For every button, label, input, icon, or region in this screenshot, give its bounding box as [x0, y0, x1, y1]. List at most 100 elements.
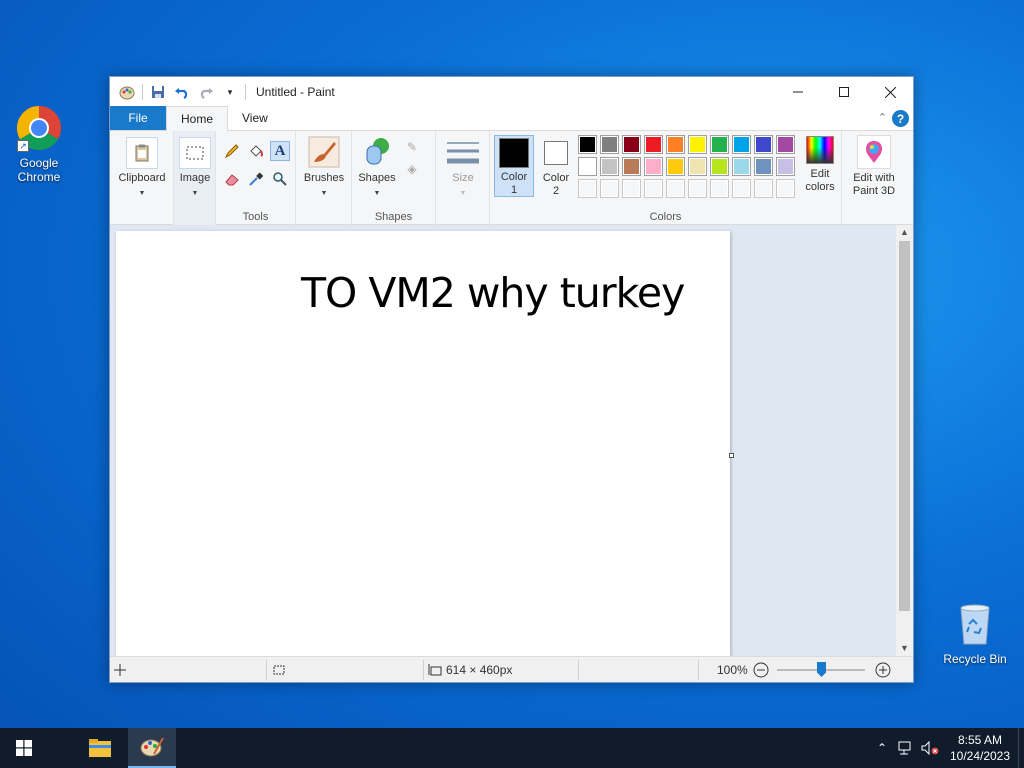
scroll-up-icon[interactable]: ▲	[896, 227, 913, 241]
zoom-in-icon[interactable]	[875, 657, 891, 683]
shapes-button[interactable]: Shapes ▼	[356, 135, 398, 200]
close-button[interactable]	[867, 77, 913, 107]
palette-swatch[interactable]	[600, 157, 619, 176]
edit-colors-button[interactable]: Edit colors	[800, 135, 840, 194]
redo-icon[interactable]	[197, 83, 215, 101]
palette-swatch[interactable]	[732, 135, 751, 154]
shapes-label: Shapes	[358, 172, 396, 184]
palette-swatch[interactable]	[754, 179, 773, 198]
palette-swatch-fill	[602, 137, 617, 152]
palette-swatch-fill	[624, 137, 639, 152]
brushes-button[interactable]: Brushes ▼	[300, 135, 348, 200]
palette-swatch[interactable]	[710, 157, 729, 176]
color2-button[interactable]: Color 2	[538, 135, 574, 197]
palette-swatch[interactable]	[776, 179, 795, 198]
network-icon[interactable]	[894, 728, 918, 768]
paint-taskbar-button[interactable]	[128, 728, 176, 768]
start-button[interactable]	[0, 728, 48, 768]
undo-icon[interactable]	[173, 83, 191, 101]
maximize-button[interactable]	[821, 77, 867, 107]
status-bar: 614 × 460px 100%	[110, 656, 913, 682]
fill-icon[interactable]	[246, 141, 266, 161]
colors-group-label: Colors	[649, 211, 682, 223]
palette-swatch[interactable]	[622, 157, 641, 176]
save-icon[interactable]	[149, 83, 167, 101]
eraser-icon[interactable]	[222, 169, 242, 189]
palette-swatch[interactable]	[754, 135, 773, 154]
palette-swatch[interactable]	[688, 179, 707, 198]
group-tools: A Tools	[216, 131, 296, 225]
collapse-ribbon-icon[interactable]: ⌃	[878, 111, 887, 124]
vertical-scrollbar[interactable]: ▲ ▼	[896, 225, 913, 657]
customize-qat-icon[interactable]: ▾	[221, 83, 239, 101]
pencil-icon[interactable]	[222, 141, 242, 161]
palette-swatch[interactable]	[732, 179, 751, 198]
palette-swatch[interactable]	[600, 179, 619, 198]
clipboard-button[interactable]: Clipboard ▼	[114, 137, 170, 200]
zoom-out-icon[interactable]	[753, 657, 769, 683]
help-icon[interactable]: ?	[892, 110, 909, 127]
palette-swatch[interactable]	[754, 157, 773, 176]
tools-group-label: Tools	[242, 211, 269, 223]
clipboard-label: Clipboard	[118, 172, 166, 184]
palette-swatch-fill	[778, 137, 793, 152]
magnifier-icon[interactable]	[270, 169, 290, 189]
palette-swatch[interactable]	[622, 135, 641, 154]
palette-swatch[interactable]	[688, 135, 707, 154]
palette-swatch[interactable]	[666, 157, 685, 176]
scrollbar-thumb[interactable]	[899, 241, 910, 611]
minimize-button[interactable]	[775, 77, 821, 107]
palette-swatch[interactable]	[644, 135, 663, 154]
palette-swatch[interactable]	[688, 157, 707, 176]
palette-swatch[interactable]	[578, 135, 597, 154]
scroll-down-icon[interactable]: ▼	[896, 643, 913, 657]
show-hidden-icons-icon[interactable]: ⌃	[870, 728, 894, 768]
text-icon[interactable]: A	[270, 141, 290, 161]
zoom-slider-thumb[interactable]	[817, 662, 826, 677]
palette-swatch[interactable]	[578, 157, 597, 176]
palette-swatch-fill	[646, 181, 661, 196]
clock[interactable]: 8:55 AM 10/24/2023	[942, 732, 1018, 764]
palette-swatch[interactable]	[710, 179, 729, 198]
desktop-icon-recycle-bin[interactable]: Recycle Bin	[938, 600, 1012, 666]
tab-home[interactable]: Home	[166, 106, 229, 131]
paint-app-icon[interactable]	[118, 83, 136, 101]
palette-swatch[interactable]	[666, 135, 685, 154]
outline-icon[interactable]: ✎	[402, 137, 422, 157]
recycle-bin-icon	[951, 600, 999, 648]
tab-view[interactable]: View	[228, 106, 282, 130]
edit-with-paint3d-button[interactable]: Edit with Paint 3D	[846, 135, 902, 198]
palette-swatch[interactable]	[578, 179, 597, 198]
show-desktop-button[interactable]	[1018, 728, 1024, 768]
file-explorer-taskbar-button[interactable]	[76, 728, 124, 768]
palette-swatch[interactable]	[644, 157, 663, 176]
palette-swatch[interactable]	[710, 135, 729, 154]
palette-swatch[interactable]	[732, 157, 751, 176]
palette-swatch[interactable]	[666, 179, 685, 198]
group-shapes: Shapes ▼ ✎ ◈ Shapes	[352, 131, 436, 225]
palette-swatch[interactable]	[644, 179, 663, 198]
palette-swatch[interactable]	[776, 135, 795, 154]
palette-swatch-fill	[690, 137, 705, 152]
color-picker-icon[interactable]	[246, 169, 266, 189]
palette-swatch-fill	[580, 137, 595, 152]
zoom-slider[interactable]	[777, 657, 865, 683]
color2-swatch	[544, 141, 568, 165]
image-button[interactable]: Image ▼	[177, 137, 213, 200]
desktop-icon-chrome[interactable]: ↗ Google Chrome	[2, 104, 76, 184]
palette-swatch[interactable]	[776, 157, 795, 176]
color1-button[interactable]: Color 1	[494, 135, 534, 197]
palette-swatch[interactable]	[622, 179, 641, 198]
drawing-canvas[interactable]: TO VM2 why turkey	[116, 231, 730, 657]
selection-size-icon	[272, 657, 286, 683]
title-bar: ▾ Untitled - Paint	[110, 77, 913, 107]
recycle-bin-label: Recycle Bin	[943, 652, 1007, 666]
tab-file[interactable]: File	[110, 106, 166, 130]
palette-swatch[interactable]	[600, 135, 619, 154]
canvas-resize-handle[interactable]	[729, 453, 734, 458]
dropdown-arrow-icon: ▼	[191, 190, 199, 197]
folder-icon	[89, 739, 111, 757]
fill-shape-icon[interactable]: ◈	[402, 159, 422, 179]
volume-muted-icon[interactable]	[918, 728, 942, 768]
size-button[interactable]: Size ▼	[442, 137, 484, 200]
